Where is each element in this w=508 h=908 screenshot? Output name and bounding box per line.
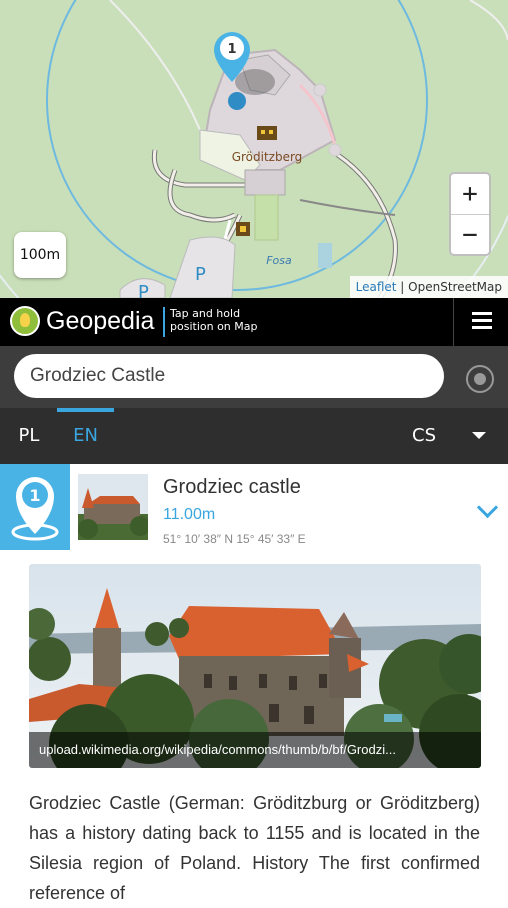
geopedia-logo-icon bbox=[10, 306, 40, 336]
language-bar: PL EN CS bbox=[0, 408, 508, 464]
title-divider bbox=[163, 307, 165, 337]
language-tab-cs[interactable]: CS bbox=[406, 408, 442, 464]
result-pin-icon: 1 bbox=[11, 477, 59, 541]
attribution-separator: | bbox=[396, 280, 409, 294]
map-attribution: Leaflet | OpenStreetMap bbox=[349, 276, 508, 298]
map-tiles: 1 Gröditzberg Fosa P P bbox=[0, 0, 508, 298]
language-dropdown-icon[interactable] bbox=[472, 432, 486, 439]
scale-indicator: 100m bbox=[14, 232, 66, 278]
map-view[interactable]: 1 Gröditzberg Fosa P P + − 100m Leaflet … bbox=[0, 0, 508, 298]
result-pin: 1 bbox=[0, 464, 70, 550]
search-bar bbox=[0, 346, 508, 408]
photo-source-caption[interactable]: upload.wikimedia.org/wikipedia/commons/t… bbox=[29, 732, 481, 768]
locate-me-icon[interactable] bbox=[466, 365, 494, 393]
zoom-out-button[interactable]: − bbox=[451, 215, 489, 254]
zoom-control: + − bbox=[449, 172, 491, 256]
result-thumbnail bbox=[78, 474, 148, 540]
article-description: Grodziec Castle (German: Gröditzburg or … bbox=[29, 793, 480, 903]
map-hint-line2: position on Map bbox=[170, 320, 258, 333]
parking-map-label-2: P bbox=[138, 282, 149, 298]
language-tab-en[interactable]: EN bbox=[57, 408, 114, 464]
result-pin-number: 1 bbox=[29, 486, 40, 505]
top-bar: Geopedia Tap and hold position on Map bbox=[0, 298, 508, 346]
language-tab-pl[interactable]: PL bbox=[14, 408, 44, 464]
map-hint: Tap and hold position on Map bbox=[170, 307, 270, 333]
leaflet-link[interactable]: Leaflet bbox=[356, 280, 397, 294]
search-input[interactable] bbox=[14, 354, 444, 398]
castle-map-label: Gröditzberg bbox=[232, 150, 303, 164]
article-photo[interactable]: upload.wikimedia.org/wikipedia/commons/t… bbox=[29, 564, 481, 768]
map-hint-line1: Tap and hold bbox=[170, 307, 241, 320]
result-coordinates: 51° 10′ 38″ N 15° 45′ 33″ E bbox=[163, 532, 306, 546]
map-marker-number: 1 bbox=[227, 42, 236, 57]
expand-chevron-icon[interactable] bbox=[476, 496, 499, 519]
result-title[interactable]: Grodziec castle bbox=[163, 476, 301, 499]
result-distance: 11.00m bbox=[163, 506, 216, 523]
hamburger-menu-icon[interactable] bbox=[472, 312, 492, 330]
water-map-label: Fosa bbox=[266, 254, 292, 267]
app-name: Geopedia bbox=[46, 307, 155, 335]
menu-divider bbox=[453, 298, 454, 346]
zoom-in-button[interactable]: + bbox=[451, 174, 489, 215]
osm-link[interactable]: OpenStreetMap bbox=[408, 280, 502, 294]
result-item[interactable]: 1 Grodziec castle 11.00m 51° 10′ 38″ N 1… bbox=[0, 464, 508, 550]
parking-map-label: P bbox=[195, 264, 206, 285]
